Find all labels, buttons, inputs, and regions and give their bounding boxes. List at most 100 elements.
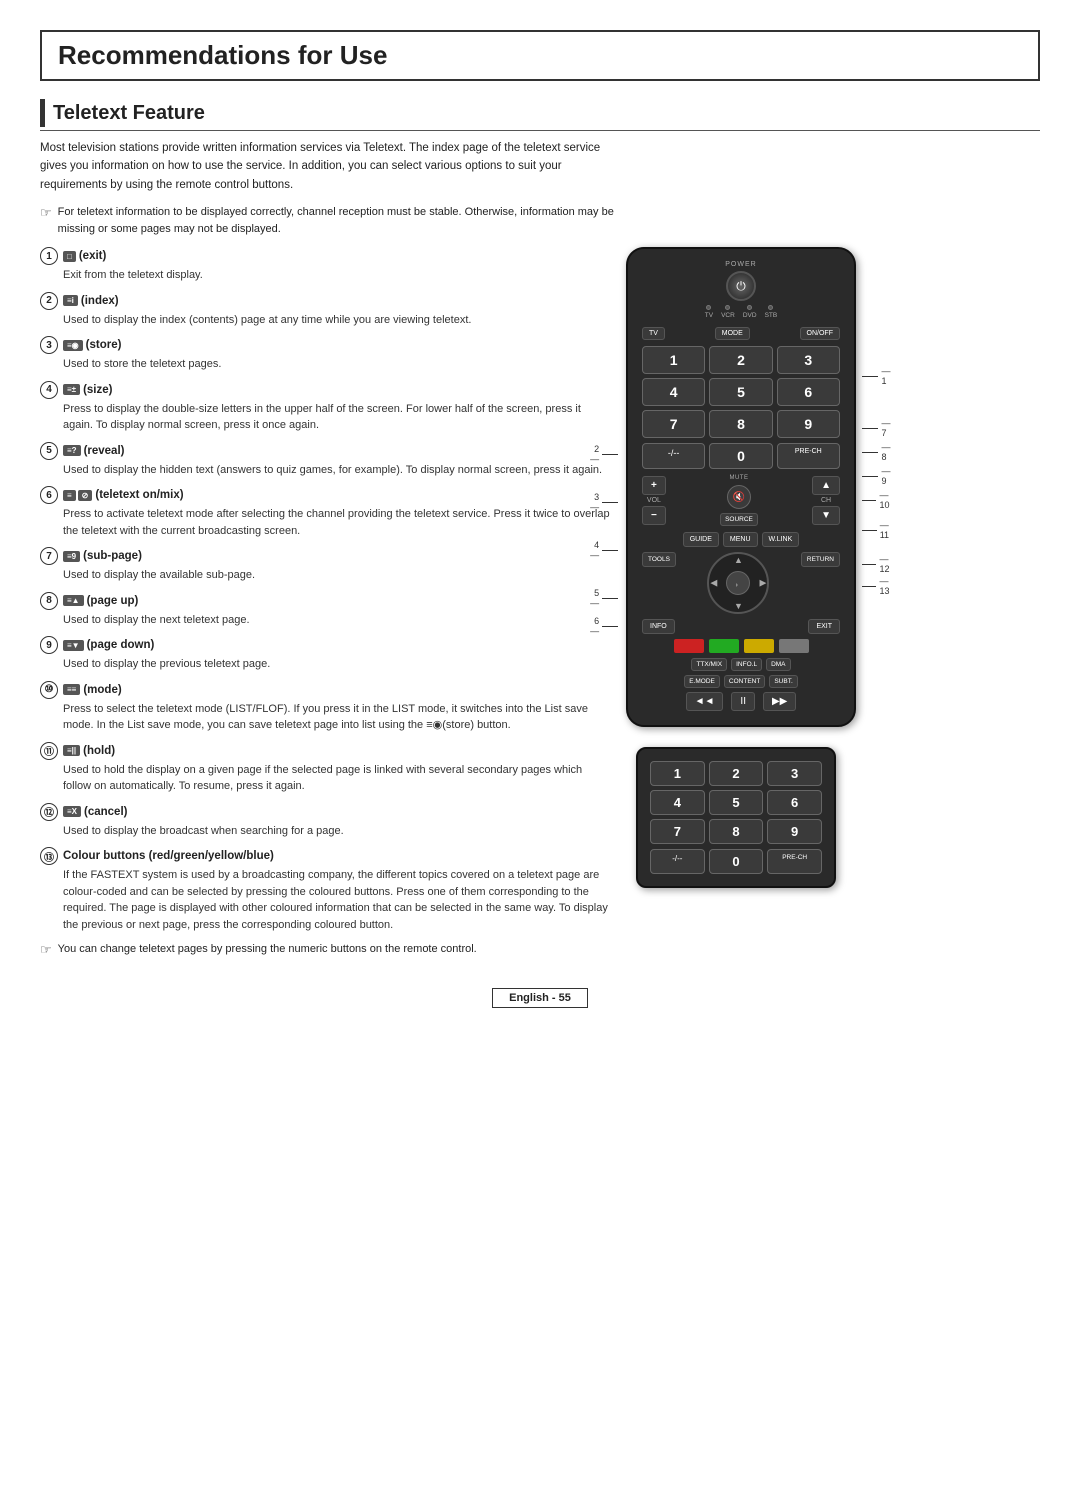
vol-mute-ch-section: + VOL − MUTE 🔇 SOURCE ▲ CH ▼ xyxy=(642,475,840,526)
note1-icon: ☞ xyxy=(40,205,52,221)
ch-down-btn[interactable]: ▼ xyxy=(812,506,840,525)
playback-row: ◄◄ II ▶▶ xyxy=(642,692,840,711)
feature-number-4: 4 xyxy=(40,381,58,399)
mute-btn[interactable]: 🔇 xyxy=(727,485,751,509)
feature-header-1: 1 □ (exit) xyxy=(40,247,610,265)
num-0[interactable]: 0 xyxy=(709,443,772,469)
small-bottom-row: -/-- 0 PRE-CH xyxy=(650,849,822,874)
feature-header-2: 2 ≡i (index) xyxy=(40,292,610,310)
source-btn[interactable]: SOURCE xyxy=(720,513,758,526)
ff-btn[interactable]: ▶▶ xyxy=(763,692,796,711)
ch-control: ▲ CH ▼ xyxy=(812,476,840,525)
sn-2[interactable]: 2 xyxy=(709,761,764,786)
feature-header-4: 4 ≡± (size) xyxy=(40,381,610,399)
feature-icon-12: ≡X xyxy=(63,806,81,817)
dpad-down-btn[interactable]: ▼ xyxy=(734,601,743,611)
ann-left-2: 2 — xyxy=(586,445,618,463)
feature-item-12: ⑫ ≡X (cancel) Used to display the broadc… xyxy=(40,803,610,840)
guide-btn[interactable]: GUIDE xyxy=(683,532,719,547)
tv-btn[interactable]: TV xyxy=(642,327,665,340)
feature-desc-4: Press to display the double-size letters… xyxy=(63,401,610,434)
num-4[interactable]: 4 xyxy=(642,378,705,406)
sn-8[interactable]: 8 xyxy=(709,819,764,844)
exit-btn[interactable]: EXIT xyxy=(808,619,840,634)
pause-btn[interactable]: II xyxy=(731,692,755,711)
ttxmix-btn[interactable]: TTX/MIX xyxy=(691,658,727,671)
feature-item-4: 4 ≡± (size) Press to display the double-… xyxy=(40,381,610,434)
dpad-up-btn[interactable]: ▲ xyxy=(734,555,743,565)
ch-label: CH xyxy=(821,497,831,504)
feature-item-9: 9 ≡▼ (page down) Used to display the pre… xyxy=(40,636,610,673)
page-title: Recommendations for Use xyxy=(58,40,387,70)
prech-btn[interactable]: PRE-CH xyxy=(777,443,840,469)
onoff-btn[interactable]: ON/OFF xyxy=(800,327,840,340)
sn-0[interactable]: 0 xyxy=(709,849,764,874)
vol-up-btn[interactable]: + xyxy=(642,476,666,495)
num-2[interactable]: 2 xyxy=(709,346,772,374)
feature-number-9: 9 xyxy=(40,636,58,654)
sn-5[interactable]: 5 xyxy=(709,790,764,815)
num-6[interactable]: 6 xyxy=(777,378,840,406)
ann-7: — 7 xyxy=(862,419,895,437)
subt-btn[interactable]: SUBT. xyxy=(769,675,797,688)
feature-icon-8: ≡▲ xyxy=(63,595,84,606)
sn-1[interactable]: 1 xyxy=(650,761,705,786)
yellow-btn[interactable] xyxy=(744,639,774,653)
dpad-center-btn[interactable] xyxy=(726,571,750,595)
mode-btn[interactable]: MODE xyxy=(715,327,750,340)
rewind-btn[interactable]: ◄◄ xyxy=(686,692,724,711)
feature-icon-4: ≡± xyxy=(63,384,80,395)
feature-number-7: 7 xyxy=(40,547,58,565)
num-3[interactable]: 3 xyxy=(777,346,840,374)
page-title-box: Recommendations for Use xyxy=(40,30,1040,81)
note2-icon: ☞ xyxy=(40,942,52,958)
feature-item-8: 8 ≡▲ (page up) Used to display the next … xyxy=(40,592,610,629)
num-7[interactable]: 7 xyxy=(642,410,705,438)
sn-9[interactable]: 9 xyxy=(767,819,822,844)
sn-4[interactable]: 4 xyxy=(650,790,705,815)
dpad-left-btn[interactable]: ◀ xyxy=(710,578,717,589)
blue-btn[interactable] xyxy=(779,639,809,653)
return-btn[interactable]: RETURN xyxy=(801,552,840,567)
feature-label-7: (sub-page) xyxy=(83,550,142,562)
infol-btn[interactable]: INFO.L xyxy=(731,658,762,671)
dpad-right-btn[interactable]: ▶ xyxy=(759,578,766,589)
dma-btn[interactable]: DMA xyxy=(766,658,790,671)
vol-down-btn[interactable]: − xyxy=(642,506,666,525)
red-btn[interactable] xyxy=(674,639,704,653)
green-btn[interactable] xyxy=(709,639,739,653)
ann-12: — 12 xyxy=(862,555,895,573)
feature-desc-1: Exit from the teletext display. xyxy=(63,267,610,284)
sn-3[interactable]: 3 xyxy=(767,761,822,786)
content-btn[interactable]: CONTENT xyxy=(724,675,765,688)
num-9[interactable]: 9 xyxy=(777,410,840,438)
num-1[interactable]: 1 xyxy=(642,346,705,374)
sn-prech[interactable]: PRE-CH xyxy=(767,849,822,874)
feature-desc-5: Used to display the hidden text (answers… xyxy=(63,462,610,479)
feature-icon-11: ≡|| xyxy=(63,745,80,756)
menu-btn[interactable]: MENU xyxy=(723,532,758,547)
sn-dash[interactable]: -/-- xyxy=(650,849,705,874)
source-indicators: TV VCR DVD STB xyxy=(705,305,777,319)
feature-label-4: (size) xyxy=(83,384,112,396)
feature-item-1: 1 □ (exit) Exit from the teletext displa… xyxy=(40,247,610,284)
section-bar xyxy=(40,99,45,127)
dash-btn[interactable]: -/-- xyxy=(642,443,705,469)
num-8[interactable]: 8 xyxy=(709,410,772,438)
content-layout: 1 □ (exit) Exit from the teletext displa… xyxy=(40,247,1040,958)
emode-btn[interactable]: E.MODE xyxy=(684,675,720,688)
mute-label-text: MUTE xyxy=(729,475,748,481)
page-number-box: English - 55 xyxy=(492,988,588,1008)
sn-6[interactable]: 6 xyxy=(767,790,822,815)
src-dvd: DVD xyxy=(743,305,757,319)
feature-desc-12: Used to display the broadcast when searc… xyxy=(63,823,610,840)
feature-desc-13: If the FASTEXT system is used by a broad… xyxy=(63,867,610,933)
feature-desc-10: Press to select the teletext mode (LIST/… xyxy=(63,701,610,734)
wlink-btn[interactable]: W.LINK xyxy=(762,532,800,547)
sn-7[interactable]: 7 xyxy=(650,819,705,844)
ch-up-btn[interactable]: ▲ xyxy=(812,476,840,495)
info-btn[interactable]: INFO xyxy=(642,619,675,634)
num-5[interactable]: 5 xyxy=(709,378,772,406)
power-button[interactable]: ⏻ xyxy=(726,271,756,301)
tools-btn[interactable]: TOOLS xyxy=(642,552,676,567)
